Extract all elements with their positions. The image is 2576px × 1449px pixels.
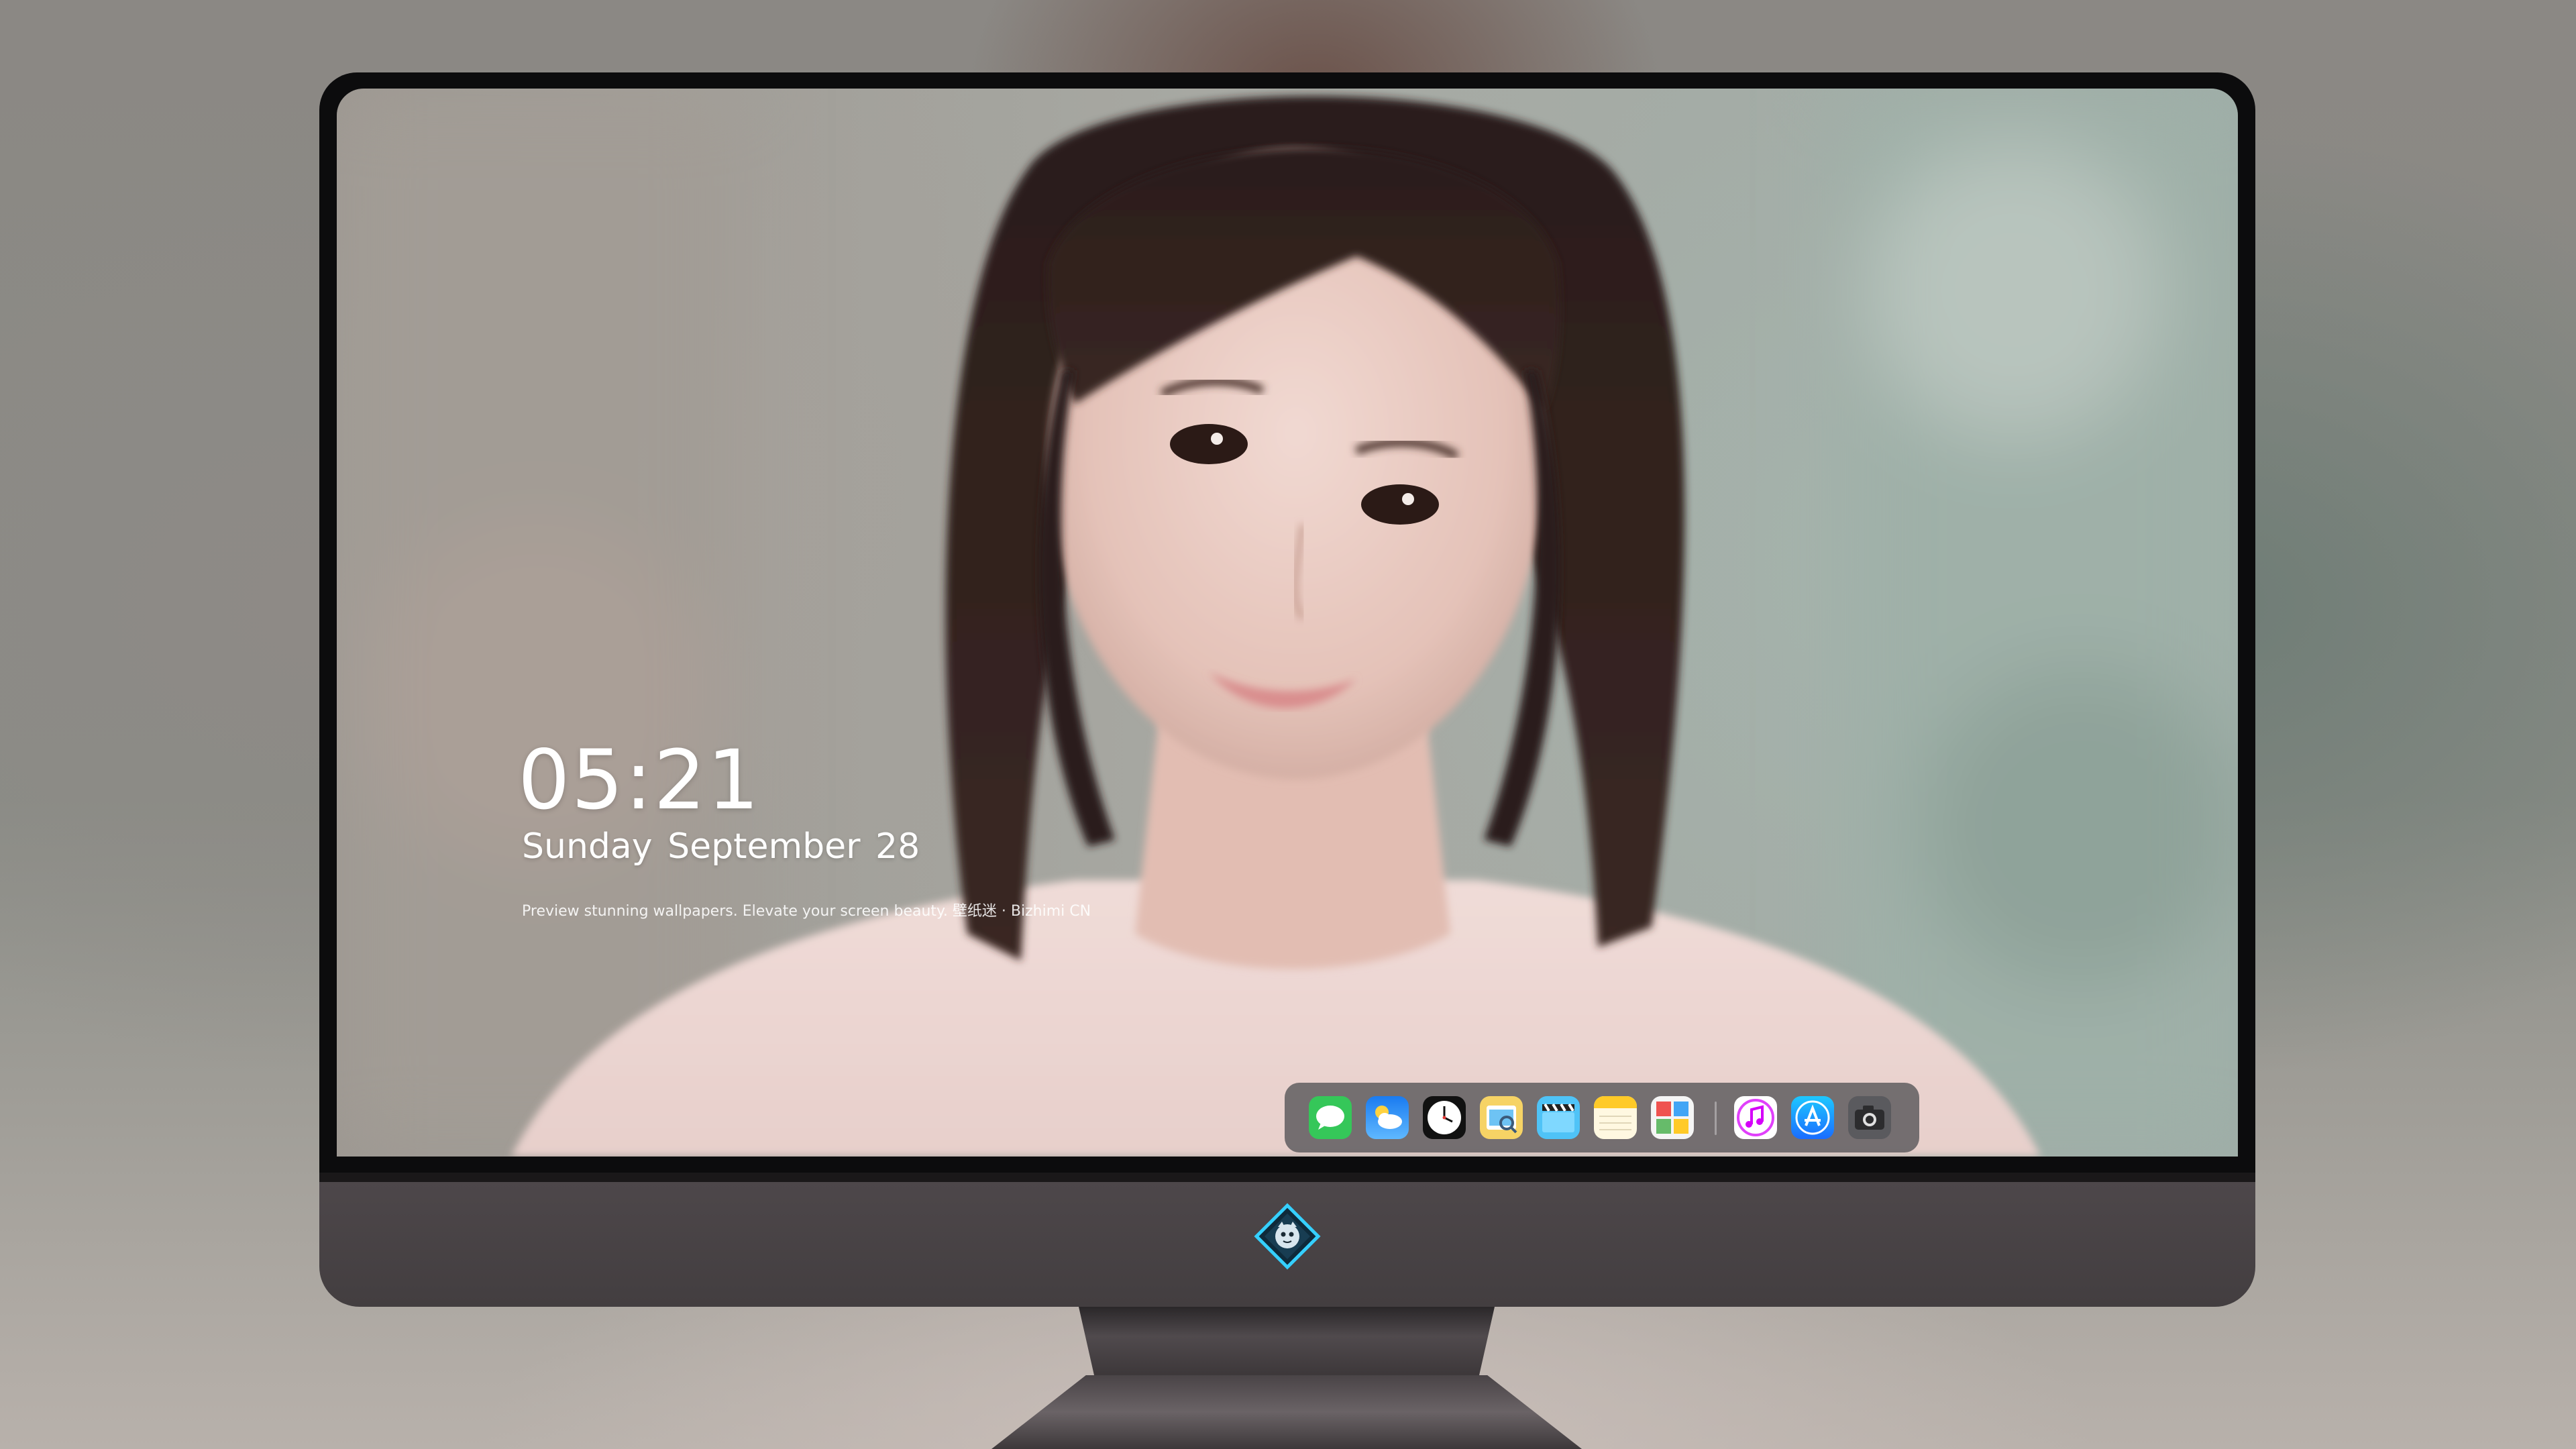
- monitor-stand-base: [991, 1375, 1582, 1449]
- lock-screen-clock: 05:21: [518, 733, 761, 828]
- photo-gallery-icon[interactable]: [1651, 1096, 1694, 1139]
- messages-icon[interactable]: [1309, 1096, 1352, 1139]
- desktop-monitor: 05:21 Sunday September 28 Preview stunni…: [319, 72, 2255, 1307]
- brand-logo-icon: [1254, 1203, 1321, 1270]
- lock-screen-date: Sunday September 28: [522, 826, 920, 867]
- wallpaper-tagline: Preview stunning wallpapers. Elevate you…: [522, 903, 1091, 920]
- dock-separator: [1715, 1102, 1717, 1135]
- weather-icon[interactable]: [1366, 1096, 1409, 1139]
- music-icon[interactable]: [1734, 1096, 1777, 1139]
- monitor-stand-neck: [1079, 1307, 1495, 1381]
- lock-screen: 05:21 Sunday September 28 Preview stunni…: [337, 89, 2238, 1157]
- app-store-icon[interactable]: [1791, 1096, 1834, 1139]
- monitor-bezel: 05:21 Sunday September 28 Preview stunni…: [319, 72, 2255, 1173]
- notes-icon[interactable]: [1594, 1096, 1637, 1139]
- camera-icon[interactable]: [1848, 1096, 1891, 1139]
- wallpaper-photo: [337, 89, 2238, 1157]
- app-dock: [1285, 1083, 1919, 1152]
- preview-icon[interactable]: [1480, 1096, 1523, 1139]
- clock-icon[interactable]: [1423, 1096, 1466, 1139]
- video-clapper-icon[interactable]: [1537, 1096, 1580, 1139]
